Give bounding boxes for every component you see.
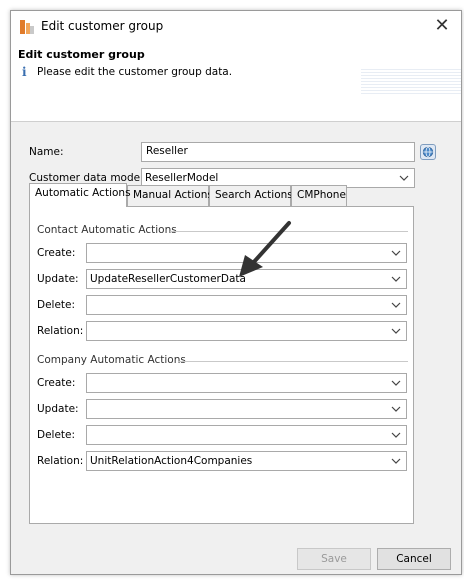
contact-update-value: UpdateResellerCustomerData bbox=[90, 273, 246, 285]
company-relation-dropdown[interactable]: UnitRelationAction4Companies bbox=[86, 451, 407, 471]
chevron-down-icon bbox=[391, 432, 401, 438]
model-value: ResellerModel bbox=[145, 172, 219, 184]
contact-group-title: Contact Automatic Actions bbox=[37, 224, 177, 236]
tab-cmphone[interactable]: CMPhone bbox=[291, 185, 347, 206]
contact-update-label: Update: bbox=[37, 273, 79, 285]
name-label: Name: bbox=[29, 146, 64, 158]
company-delete-dropdown[interactable] bbox=[86, 425, 407, 445]
chevron-down-icon bbox=[391, 302, 401, 308]
company-update-dropdown[interactable] bbox=[86, 399, 407, 419]
header-title: Edit customer group bbox=[18, 48, 145, 61]
title-bar: Edit customer group ✕ bbox=[11, 11, 461, 43]
chevron-down-icon bbox=[391, 276, 401, 282]
chevron-down-icon bbox=[391, 458, 401, 464]
tab-automatic-actions[interactable]: Automatic Actions bbox=[29, 183, 131, 207]
header-message: Please edit the customer group data. bbox=[37, 66, 233, 78]
annotation-arrow-icon bbox=[239, 221, 291, 277]
company-group-divider bbox=[178, 361, 408, 362]
contact-create-label: Create: bbox=[37, 247, 76, 259]
chevron-down-icon bbox=[391, 328, 401, 334]
company-relation-label: Relation: bbox=[37, 455, 84, 467]
dialog-body: Name: Reseller Customer data model: Rese… bbox=[11, 122, 461, 574]
contact-relation-label: Relation: bbox=[37, 325, 84, 337]
info-icon: i bbox=[22, 65, 27, 79]
tab-manual-actions[interactable]: Manual Actions bbox=[127, 185, 213, 206]
window-title: Edit customer group bbox=[41, 19, 164, 33]
name-input[interactable]: Reseller bbox=[141, 142, 415, 162]
header-decoration bbox=[361, 69, 461, 95]
chevron-down-icon bbox=[391, 250, 401, 256]
dialog-window: Edit customer group ✕ Edit customer grou… bbox=[10, 10, 462, 575]
company-group-title: Company Automatic Actions bbox=[37, 354, 186, 366]
chevron-down-icon bbox=[399, 175, 409, 181]
contact-delete-dropdown[interactable] bbox=[86, 295, 407, 315]
tab-search-actions[interactable]: Search Actions bbox=[209, 185, 293, 206]
dialog-header: Edit customer group i Please edit the cu… bbox=[11, 43, 461, 122]
chevron-down-icon bbox=[391, 406, 401, 412]
company-create-dropdown[interactable] bbox=[86, 373, 407, 393]
close-icon[interactable]: ✕ bbox=[429, 13, 455, 39]
tab-panel-automatic-actions: Contact Automatic Actions Create: Update… bbox=[29, 206, 414, 524]
company-delete-label: Delete: bbox=[37, 429, 76, 441]
company-create-label: Create: bbox=[37, 377, 76, 389]
save-button[interactable]: Save bbox=[297, 548, 371, 570]
company-relation-value: UnitRelationAction4Companies bbox=[90, 455, 253, 467]
contact-delete-label: Delete: bbox=[37, 299, 76, 311]
globe-icon[interactable] bbox=[420, 144, 436, 160]
contact-relation-dropdown[interactable] bbox=[86, 321, 407, 341]
app-icon bbox=[20, 20, 34, 34]
cancel-button[interactable]: Cancel bbox=[377, 548, 451, 570]
chevron-down-icon bbox=[391, 380, 401, 386]
company-update-label: Update: bbox=[37, 403, 79, 415]
